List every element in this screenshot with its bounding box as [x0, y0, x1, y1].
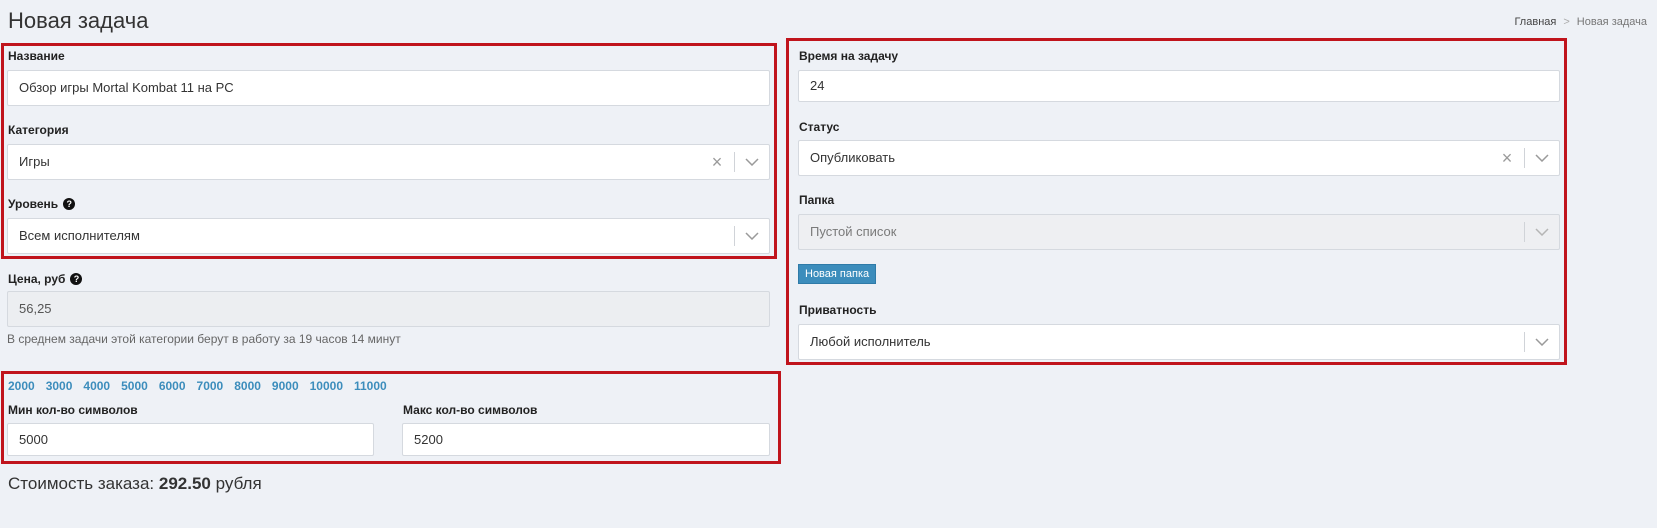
price-input-value: 56,25: [19, 301, 52, 316]
status-select-value: Опубликовать: [810, 150, 896, 165]
chevron-down-icon[interactable]: [1525, 141, 1559, 175]
chevron-down-icon[interactable]: [735, 145, 769, 179]
price-label-text: Цена, руб: [8, 272, 66, 286]
quick-size-link[interactable]: 8000: [234, 379, 261, 393]
min-chars-input[interactable]: 5000: [7, 423, 374, 456]
max-chars-input[interactable]: 5200: [402, 423, 770, 456]
min-chars-label: Мин кол-во символов: [8, 403, 138, 417]
quick-size-links: 2000 3000 4000 5000 6000 7000 8000 9000 …: [8, 379, 387, 393]
chevron-down-icon[interactable]: [735, 219, 769, 253]
level-select[interactable]: Всем исполнителям: [7, 218, 770, 254]
level-label: Уровень?: [8, 197, 76, 211]
price-hint: В среднем задачи этой категории берут в …: [7, 332, 401, 346]
category-select[interactable]: Игры ×: [7, 144, 770, 180]
close-icon[interactable]: ×: [1490, 141, 1524, 175]
order-total-suffix: рубля: [215, 474, 262, 493]
name-input-value: Обзор игры Mortal Kombat 11 на PC: [19, 80, 234, 95]
order-total: Стоимость заказа: 292.50 рубля: [8, 474, 262, 494]
quick-size-link[interactable]: 6000: [159, 379, 186, 393]
quick-size-link[interactable]: 7000: [197, 379, 224, 393]
level-select-value: Всем исполнителям: [19, 228, 140, 243]
quick-size-link[interactable]: 9000: [272, 379, 299, 393]
quick-size-link[interactable]: 2000: [8, 379, 35, 393]
chevron-down-icon: [1525, 215, 1559, 249]
time-input[interactable]: 24: [798, 70, 1560, 102]
min-chars-value: 5000: [19, 432, 48, 447]
privacy-select[interactable]: Любой исполнитель: [798, 324, 1560, 360]
time-input-value: 24: [810, 78, 825, 93]
category-select-value: Игры: [19, 154, 50, 169]
question-circle-icon[interactable]: ?: [63, 197, 76, 210]
name-label: Название: [8, 49, 65, 63]
folder-select-placeholder: Пустой список: [810, 224, 897, 239]
price-label: Цена, руб?: [8, 272, 83, 286]
privacy-label: Приватность: [799, 303, 877, 317]
quick-size-link[interactable]: 11000: [354, 379, 387, 393]
status-select[interactable]: Опубликовать ×: [798, 140, 1560, 176]
new-folder-button[interactable]: Новая папка: [798, 264, 877, 284]
close-icon[interactable]: ×: [700, 145, 734, 179]
order-total-amount: 292.50: [158, 474, 211, 493]
question-circle-icon[interactable]: ?: [70, 272, 83, 285]
chevron-down-icon[interactable]: [1525, 325, 1559, 359]
quick-size-link[interactable]: 5000: [121, 379, 148, 393]
page-title: Новая задача: [8, 8, 149, 33]
folder-label: Папка: [799, 193, 835, 207]
name-input[interactable]: Обзор игры Mortal Kombat 11 на PC: [7, 70, 770, 106]
time-label: Время на задачу: [799, 49, 899, 63]
quick-size-link[interactable]: 10000: [310, 379, 343, 393]
folder-select: Пустой список: [798, 214, 1560, 250]
max-chars-label: Макс кол-во символов: [403, 403, 538, 417]
quick-size-link[interactable]: 3000: [46, 379, 73, 393]
level-label-text: Уровень: [8, 197, 59, 211]
privacy-select-value: Любой исполнитель: [810, 334, 931, 349]
status-label: Статус: [799, 120, 840, 134]
price-input: 56,25: [7, 291, 770, 327]
category-label: Категория: [8, 123, 69, 137]
breadcrumb: Главная > Новая задача: [1514, 16, 1647, 28]
order-total-prefix: Стоимость заказа:: [8, 474, 155, 493]
breadcrumb-home-link[interactable]: Главная: [1514, 16, 1556, 28]
quick-size-link[interactable]: 4000: [83, 379, 110, 393]
breadcrumb-current: Новая задача: [1576, 16, 1647, 28]
max-chars-value: 5200: [414, 432, 443, 447]
breadcrumb-separator: >: [1563, 16, 1570, 28]
